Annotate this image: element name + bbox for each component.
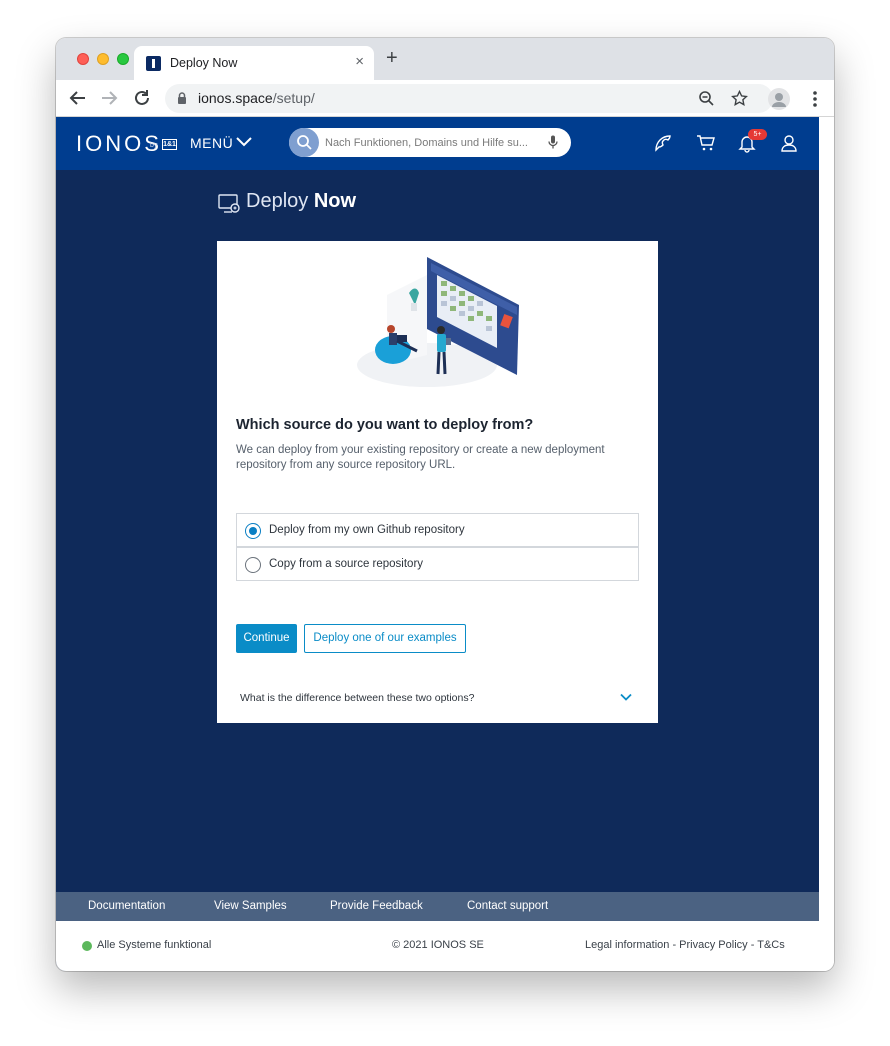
status-indicator [82,941,92,951]
search-input[interactable] [325,128,545,157]
deploy-source-description: We can deploy from your existing reposit… [236,444,605,471]
tab-strip: Deploy Now × + [56,38,834,80]
deploy-source-question: Which source do you want to deploy from? [236,417,534,433]
footer-bottom: Alle Systeme funktional © 2021 IONOS SE … [56,921,819,971]
copyright-text: © 2021 IONOS SE [392,939,484,951]
close-window-button[interactable] [77,53,89,65]
terms-link[interactable]: T&Cs [757,939,785,951]
search-icon[interactable] [289,128,319,157]
radio-copy-source-repository[interactable] [245,557,261,573]
logo-1und1-badge: 1&1 [162,139,177,150]
zoom-out-icon[interactable] [698,90,715,107]
chevron-down-icon[interactable] [236,137,252,147]
forward-arrow-icon[interactable] [98,87,120,109]
search-bar[interactable] [289,128,571,157]
browser-menu-icon[interactable] [807,90,823,108]
ionos-page: IONOS by 1&1 MENÜ Nach Funktionen, Domai… [56,117,819,971]
ionos-favicon-icon [146,56,161,71]
minimize-window-button[interactable] [97,53,109,65]
separator: - [747,939,758,951]
legal-links: Legal information - Privacy Policy - T&C… [585,939,785,951]
user-account-icon[interactable] [779,133,799,153]
notification-badge: 5+ [748,129,767,140]
deploy-source-card: Which source do you want to deploy from?… [217,241,658,723]
separator: - [669,939,680,951]
option-label: Deploy from my own Github repository [269,524,465,536]
browser-window: Deploy Now × + ionos.space/setup/ IONOS … [56,38,834,971]
radio-github-repository[interactable] [245,523,261,539]
deploy-monitor-icon [218,194,240,213]
new-tab-button[interactable]: + [386,48,398,68]
menu-button[interactable]: MENÜ [190,135,233,151]
footer-link-provide-feedback[interactable]: Provide Feedback [330,900,423,912]
page-scrollbar[interactable] [819,117,834,971]
logo-by-text: by [150,142,158,149]
deploy-examples-button[interactable]: Deploy one of our examples [304,624,466,653]
tab-deploy-now[interactable]: Deploy Now × [134,46,374,80]
page-title: Deploy Now [246,190,357,212]
address-bar[interactable]: ionos.space/setup/ [165,84,773,113]
site-header: IONOS by 1&1 MENÜ Nach Funktionen, Domai… [56,117,819,170]
profile-avatar-icon[interactable] [768,88,790,110]
tab-title: Deploy Now [170,56,238,70]
cart-icon[interactable] [696,133,716,153]
back-arrow-icon[interactable] [67,87,89,109]
footer-link-documentation[interactable]: Documentation [88,900,165,912]
microphone-icon[interactable] [548,135,558,150]
deployment-illustration [357,257,519,387]
url-text: ionos.space/setup/ [198,90,315,106]
privacy-policy-link[interactable]: Privacy Policy [679,939,747,951]
bookmark-star-icon[interactable] [731,90,748,107]
browser-toolbar: ionos.space/setup/ [56,80,834,117]
phone-icon[interactable] [653,133,673,153]
maximize-window-button[interactable] [117,53,129,65]
option-label: Copy from a source repository [269,558,424,570]
system-status-link[interactable]: Alle Systeme funktional [97,939,211,951]
option-github-repository[interactable]: Deploy from my own Github repository [236,513,639,547]
chevron-down-icon[interactable] [620,693,632,701]
faq-difference-toggle[interactable]: What is the difference between these two… [240,692,474,704]
continue-button[interactable]: Continue [236,624,297,653]
option-copy-source-repository[interactable]: Copy from a source repository [236,547,639,581]
footer-link-contact-support[interactable]: Contact support [467,900,548,912]
reload-icon[interactable] [131,87,153,109]
tab-close-icon[interactable]: × [355,53,364,70]
legal-information-link[interactable]: Legal information [585,939,669,951]
footer-link-view-samples[interactable]: View Samples [214,900,287,912]
footer-links: Documentation View Samples Provide Feedb… [56,892,819,921]
lock-icon [178,92,186,104]
